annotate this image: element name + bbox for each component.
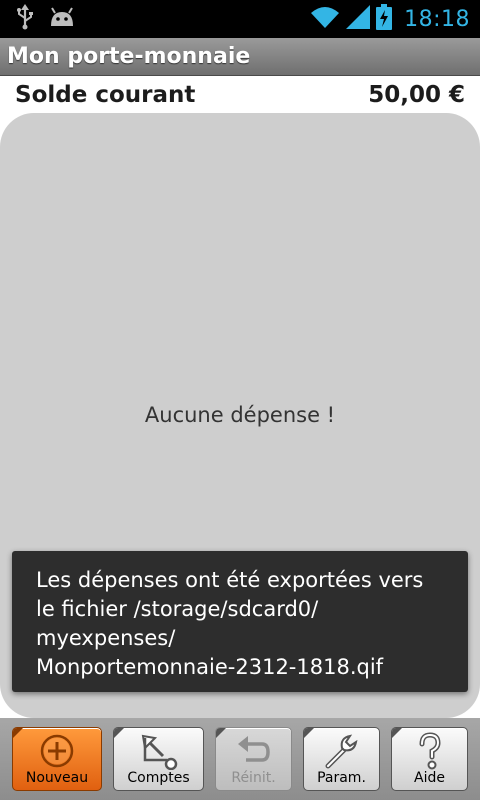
usb-icon bbox=[16, 4, 34, 34]
button-corner-fold bbox=[392, 728, 402, 738]
status-time: 18:18 bbox=[404, 6, 470, 32]
status-left-group bbox=[16, 4, 76, 34]
button-corner-fold bbox=[304, 728, 314, 738]
reset-button[interactable]: Réinit. bbox=[215, 727, 292, 791]
accounts-label: Comptes bbox=[127, 770, 190, 786]
add-icon bbox=[40, 734, 74, 768]
button-corner-fold bbox=[13, 728, 23, 738]
wifi-icon bbox=[310, 5, 340, 33]
help-icon bbox=[419, 732, 441, 770]
help-label: Aide bbox=[414, 770, 445, 786]
button-corner-fold bbox=[216, 728, 226, 738]
settings-label: Param. bbox=[317, 770, 366, 786]
android-debug-icon bbox=[48, 6, 76, 32]
accounts-icon bbox=[141, 734, 177, 770]
status-bar: 18:18 bbox=[0, 0, 480, 38]
undo-icon bbox=[237, 736, 270, 762]
app-screen: 18:18 Mon porte-monnaie Solde courant 50… bbox=[0, 0, 480, 800]
button-corner-fold bbox=[114, 728, 124, 738]
export-toast: Les dépenses ont été exportées vers le f… bbox=[12, 551, 468, 692]
wrench-icon bbox=[325, 734, 357, 769]
balance-row: Solde courant 50,00 € bbox=[0, 76, 480, 116]
status-right-group: 18:18 bbox=[310, 4, 470, 34]
toast-message: Les dépenses ont été exportées vers le f… bbox=[36, 568, 424, 679]
title-bar: Mon porte-monnaie bbox=[0, 38, 480, 76]
empty-list-message: Aucune dépense ! bbox=[144, 403, 336, 427]
reset-label: Réinit. bbox=[231, 770, 276, 786]
app-title: Mon porte-monnaie bbox=[7, 44, 251, 69]
new-expense-button[interactable]: Nouveau bbox=[12, 727, 102, 791]
balance-value: 50,00 € bbox=[368, 82, 465, 108]
help-button[interactable]: Aide bbox=[391, 727, 468, 791]
balance-label: Solde courant bbox=[15, 82, 196, 108]
settings-button[interactable]: Param. bbox=[303, 727, 380, 791]
signal-icon bbox=[346, 5, 371, 33]
battery-charging-icon bbox=[376, 4, 393, 34]
bottom-toolbar: Nouveau Comptes Réinit. Param. Aide bbox=[0, 718, 480, 800]
accounts-button[interactable]: Comptes bbox=[113, 727, 204, 791]
new-expense-label: Nouveau bbox=[25, 770, 89, 786]
